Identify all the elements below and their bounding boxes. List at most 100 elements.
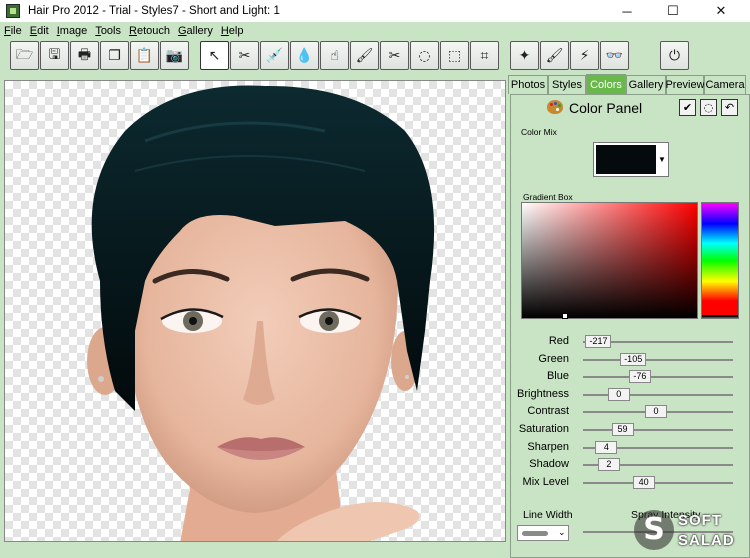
crop-icon: ⌗ [480,47,489,64]
brush-button[interactable]: 🖌 [350,41,379,70]
copy-button[interactable]: ❐ [100,41,129,70]
undo-button[interactable]: ↶ [721,99,738,116]
menu-item-edit[interactable]: Edit [26,25,53,37]
print-icon: 🖶 [77,46,92,63]
scissors-button[interactable]: ✂ [230,41,259,70]
slider-label: Blue [546,370,569,383]
slider-value-thumb[interactable]: 0 [645,405,667,419]
undo-icon: ↶ [724,101,735,114]
close-button[interactable]: ✕ [698,0,744,22]
slider-track[interactable] [583,376,733,379]
tab-colors[interactable]: Colors [586,74,626,94]
print-button[interactable]: 🖶 [70,41,99,70]
softsalad-logo-icon: S [634,510,674,550]
glasses-icon: 👓 [605,47,624,64]
maximize-button[interactable]: ☐ [650,0,696,22]
current-color-swatch [596,145,656,174]
gradient-box-label: Gradient Box [523,192,573,202]
maximize-icon: ☐ [667,3,679,18]
slider-label: Saturation [518,423,569,435]
slider-row-brightness: Brightness 0 [511,387,750,402]
slider-value-thumb[interactable]: 4 [595,440,618,454]
flash-button[interactable]: ⚡ [570,41,599,70]
slider-value-thumb[interactable]: -217 [585,335,612,348]
tab-photos[interactable]: Photos [508,75,548,94]
menu-item-tools[interactable]: Tools [91,25,125,37]
apply-checkbox-button[interactable]: ✔ [679,99,696,116]
slider-value-thumb[interactable]: 40 [632,475,655,489]
cut-tool-button[interactable]: ✂ [380,41,409,70]
crop-button[interactable]: ⌗ [470,41,499,70]
power-icon: ⏻ [668,47,681,64]
slider-row-blue: Blue -76 [511,370,750,384]
menu-item-file[interactable]: File [0,25,26,37]
camera-icon: 📷 [165,47,184,64]
canvas-scrollbar[interactable] [4,542,506,552]
power-button[interactable]: ⏻ [660,41,689,70]
gradient-picker-marker[interactable] [562,313,568,319]
portrait-photo [87,85,435,541]
watermark-line2: SALAD [678,532,735,549]
slider-value-thumb[interactable]: -76 [628,370,651,384]
tab-styles[interactable]: Styles [548,75,586,94]
lasso-button[interactable]: ◌ [410,41,439,70]
hue-strip[interactable] [701,202,739,319]
photo-canvas[interactable] [4,80,506,542]
slider-value-thumb[interactable]: -105 [620,352,647,366]
water-drop-button[interactable]: 💧 [290,41,319,70]
pointer-icon: ↖ [208,47,221,64]
tab-camera[interactable]: Camera [704,75,746,94]
lasso-icon: ◌ [703,101,714,114]
menu-item-gallery[interactable]: Gallery [174,25,217,37]
save-button[interactable]: 🖫 [40,41,69,70]
slider-track[interactable] [583,358,733,361]
flash-icon: ⚡ [579,47,590,64]
slider-track[interactable] [583,393,733,396]
chevron-down-icon: ⌄ [558,527,566,537]
scissors-icon: ✂ [238,47,251,64]
line-width-select[interactable]: ⌄ [517,525,569,541]
glasses-button[interactable]: 👓 [600,41,629,70]
slider-label: Red [548,335,569,347]
select-rect-icon: ⬚ [447,47,462,64]
select-rect-button[interactable]: ⬚ [440,41,469,70]
slider-row-saturation: Saturation 59 [511,423,750,437]
slider-row-red: Red -217 [511,335,750,349]
panel-tabs: Photos Styles Colors Gallery Preview Camera [508,74,750,94]
menu-item-help[interactable]: Help [217,25,248,37]
slider-track[interactable] [583,429,733,431]
color-panel: Color Panel ✔ ◌ ↶ Color Mix ▼ Gradient B… [510,94,750,558]
menu-item-image[interactable]: Image [53,25,92,37]
slider-track[interactable] [583,481,733,484]
slider-value-thumb[interactable]: 2 [597,458,620,472]
paint-brush-button[interactable]: 🖌 [540,41,569,70]
slider-label: Brightness [517,387,569,400]
slider-value-thumb[interactable]: 0 [607,387,630,401]
smudge-button[interactable]: ☝ [320,41,349,70]
slider-label: Green [538,352,569,365]
pointer-button[interactable]: ↖ [200,41,229,70]
toolbar: 🗁 🖫 🖶 ❐ 📋 📷 ↖ ✂ 💉 💧 ☝ 🖌 ✂ ◌ ⬚ ⌗ ✦ 🖌 ⚡ 👓 ⏻ [0,39,750,74]
color-mix-label: Color Mix [521,127,557,137]
hue-picker-marker[interactable] [702,315,738,317]
minimize-button[interactable]: ─ [604,0,650,22]
app-icon [6,4,20,18]
slider-label: Contrast [527,405,569,418]
magic-wand-button[interactable]: ✦ [510,41,539,70]
lasso-button[interactable]: ◌ [700,99,717,116]
slider-row-green: Green -105 [511,352,750,367]
magic-wand-icon: ✦ [518,47,531,64]
camera-button[interactable]: 📷 [160,41,189,70]
tab-preview[interactable]: Preview [665,75,705,94]
paste-button[interactable]: 📋 [130,41,159,70]
panel-header: Color Panel ✔ ◌ ↶ [511,95,750,121]
color-mix-dropdown[interactable]: ▼ [593,142,669,177]
menu-item-retouch[interactable]: Retouch [125,25,174,37]
tab-gallery[interactable]: Gallery [626,75,666,94]
open-folder-button[interactable]: 🗁 [10,41,39,70]
lasso-icon: ◌ [418,47,431,64]
dropper-button[interactable]: 💉 [260,41,289,70]
slider-value-thumb[interactable]: 59 [611,423,634,436]
save-icon: 🖫 [48,46,61,63]
gradient-box[interactable] [521,202,698,319]
